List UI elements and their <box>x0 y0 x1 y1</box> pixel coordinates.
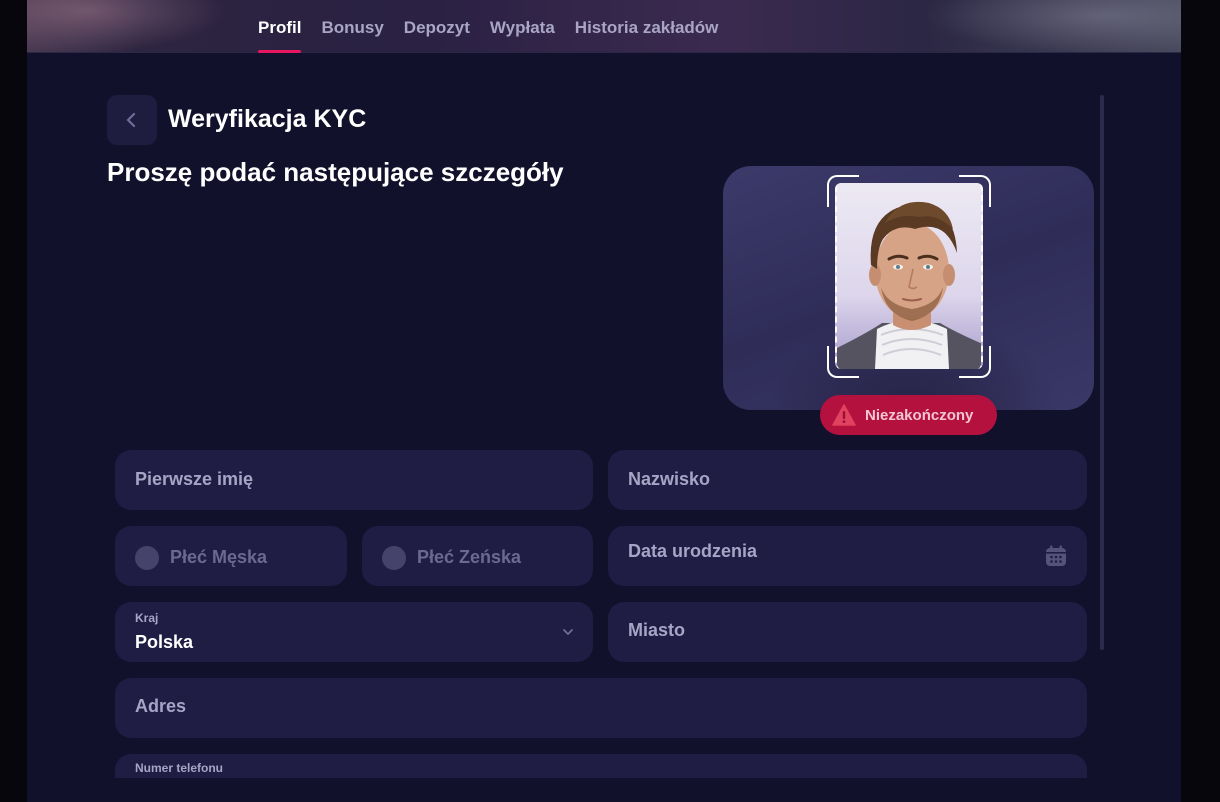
gender-female-option[interactable]: Płeć Zeńska <box>362 526 593 586</box>
app-root: Profil Bonusy Depozyt Wypłata Historia z… <box>0 0 1220 802</box>
warning-icon <box>832 404 856 426</box>
scan-corner-top-left <box>827 175 859 207</box>
tab-bonusy[interactable]: Bonusy <box>321 0 383 53</box>
photo-card[interactable] <box>723 166 1094 410</box>
gender-male-label: Płeć Męska <box>170 547 268 567</box>
gender-female-label: Płeć Zeńska <box>417 547 522 567</box>
tab-historia-zakladow[interactable]: Historia zakładów <box>575 0 719 53</box>
tab-profil[interactable]: Profil <box>258 0 302 53</box>
gender-female-radio[interactable] <box>382 546 406 570</box>
page-title: Weryfikacja KYC <box>168 105 367 133</box>
country-select[interactable]: Kraj Polska <box>115 602 593 662</box>
profile-tabs: Profil Bonusy Depozyt Wypłata Historia z… <box>258 0 718 53</box>
city-field[interactable]: Miasto <box>608 602 1087 662</box>
first-name-field[interactable]: Pierwsze imię <box>115 450 593 510</box>
portrait-illustration <box>837 201 981 369</box>
tab-depozyt[interactable]: Depozyt <box>404 0 470 53</box>
phone-field[interactable]: Numer telefonu <box>115 754 1087 778</box>
last-name-field[interactable]: Nazwisko <box>608 450 1087 510</box>
birthdate-field[interactable]: Data urodzenia <box>608 526 1087 586</box>
address-field[interactable]: Adres <box>115 678 1087 738</box>
calendar-icon[interactable] <box>1044 544 1068 568</box>
city-placeholder: Miasto <box>628 620 686 640</box>
chevron-left-icon <box>126 112 136 128</box>
scrollbar[interactable] <box>1100 95 1104 650</box>
phone-label: Numer telefonu <box>135 761 224 775</box>
country-value: Polska <box>135 632 194 652</box>
last-name-placeholder: Nazwisko <box>628 469 711 489</box>
gender-male-radio[interactable] <box>135 546 159 570</box>
gender-male-option[interactable]: Płeć Męska <box>115 526 347 586</box>
user-photo <box>835 183 983 369</box>
birthdate-placeholder: Data urodzenia <box>628 541 758 561</box>
tab-wyplata[interactable]: Wypłata <box>490 0 555 53</box>
scan-corner-bottom-left <box>827 346 859 378</box>
verification-status-badge: Niezakończony <box>820 395 997 435</box>
scan-corner-top-right <box>959 175 991 207</box>
scan-corner-bottom-right <box>959 346 991 378</box>
country-label: Kraj <box>135 611 159 625</box>
address-placeholder: Adres <box>135 696 187 716</box>
back-button[interactable] <box>107 95 157 145</box>
status-text: Niezakończony <box>865 406 974 424</box>
first-name-placeholder: Pierwsze imię <box>135 469 254 489</box>
form-subtitle: Proszę podać następujące szczegóły <box>107 157 564 187</box>
chevron-down-icon[interactable] <box>561 625 575 639</box>
